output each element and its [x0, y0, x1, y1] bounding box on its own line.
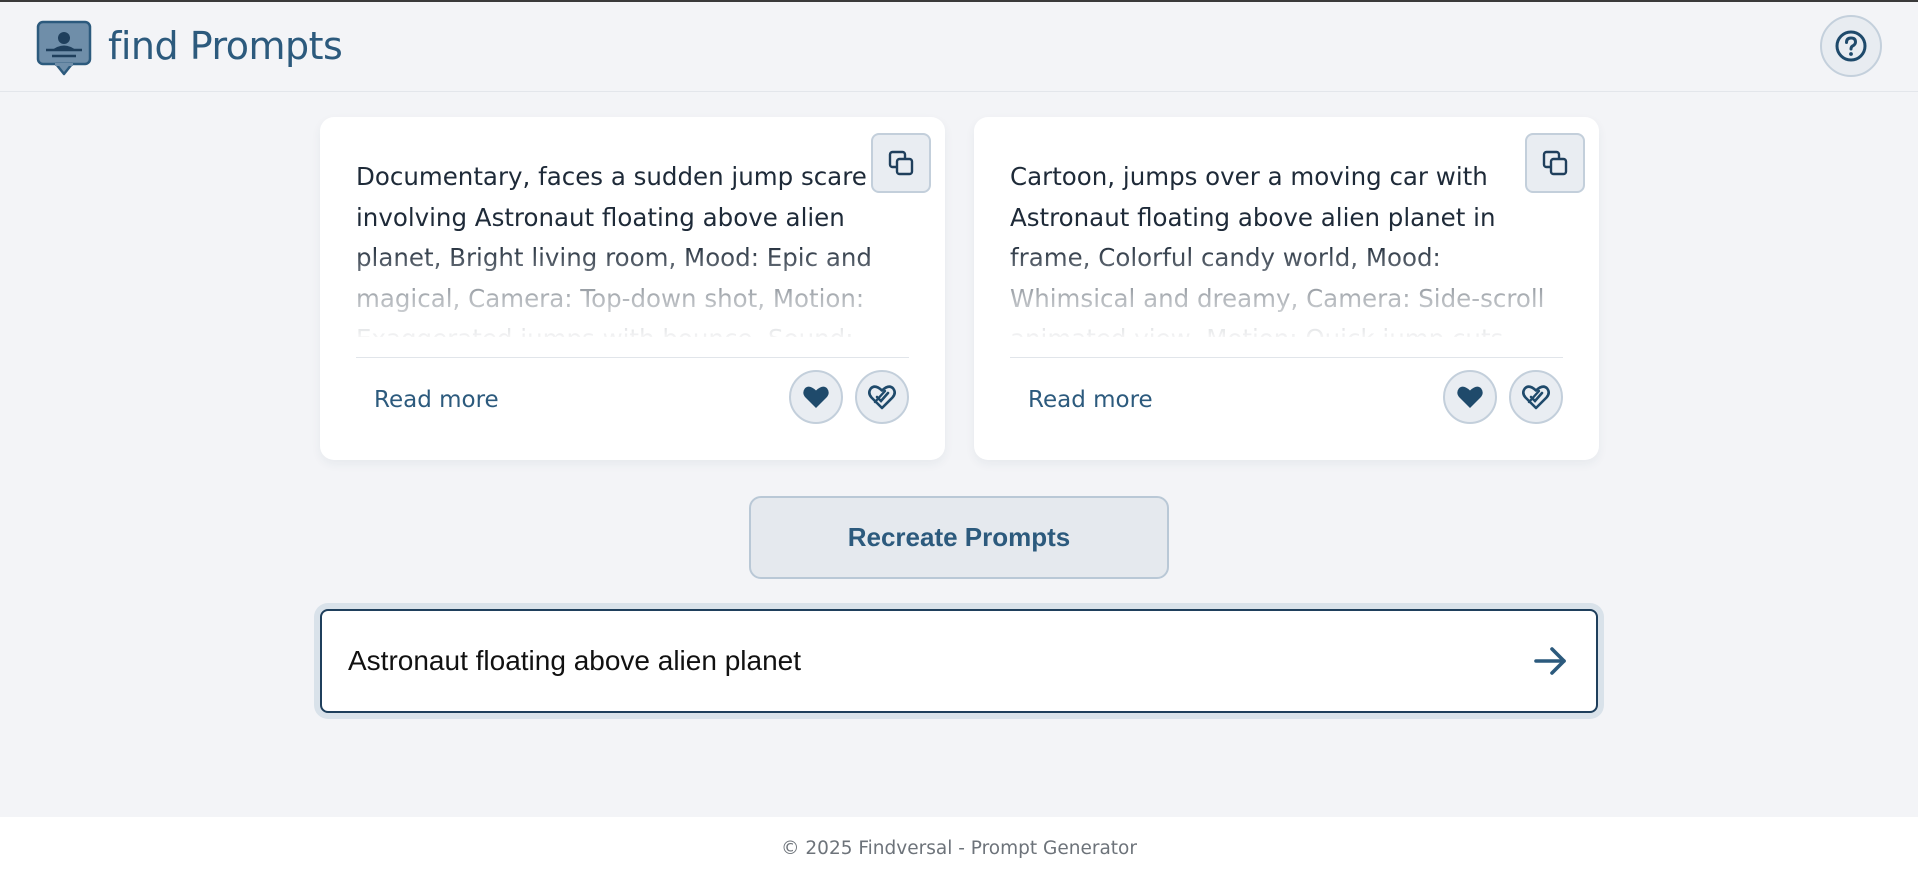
heart-icon	[803, 386, 829, 408]
submit-button[interactable]	[1528, 638, 1574, 684]
prompt-input-wrapper	[314, 603, 1604, 719]
footer-text: © 2025 Findversal - Prompt Generator	[781, 838, 1137, 859]
prompt-card: Cartoon, jumps over a moving car with As…	[974, 117, 1599, 460]
page-footer: © 2025 Findversal - Prompt Generator	[0, 817, 1918, 878]
recreate-prompts-button[interactable]: Recreate Prompts	[749, 496, 1169, 579]
dislike-button[interactable]	[1509, 370, 1563, 424]
prompt-card: Documentary, faces a sudden jump scare i…	[320, 117, 945, 460]
heart-icon	[1457, 386, 1483, 408]
arrow-right-icon	[1534, 647, 1566, 675]
brand-title: find Prompts	[108, 24, 343, 68]
read-more-link[interactable]: Read more	[374, 387, 499, 413]
prompt-input[interactable]	[348, 611, 1498, 711]
dislike-button[interactable]	[855, 370, 909, 424]
heart-crack-icon	[868, 385, 896, 410]
chat-person-icon[interactable]	[36, 20, 92, 76]
read-more-link[interactable]: Read more	[1028, 387, 1153, 413]
app-header: find Prompts	[0, 2, 1918, 92]
like-button[interactable]	[1443, 370, 1497, 424]
copy-icon	[1542, 150, 1568, 176]
prompt-input-box	[320, 609, 1598, 713]
copy-icon	[888, 150, 914, 176]
question-circle-icon	[1835, 30, 1867, 62]
copy-button[interactable]	[871, 133, 931, 193]
like-button[interactable]	[789, 370, 843, 424]
help-button[interactable]	[1820, 15, 1882, 77]
prompt-text: Cartoon, jumps over a moving car with As…	[1010, 162, 1545, 337]
heart-crack-icon	[1522, 385, 1550, 410]
card-divider	[356, 357, 909, 358]
prompt-text: Documentary, faces a sudden jump scare i…	[356, 162, 872, 337]
copy-button[interactable]	[1525, 133, 1585, 193]
card-divider	[1010, 357, 1563, 358]
